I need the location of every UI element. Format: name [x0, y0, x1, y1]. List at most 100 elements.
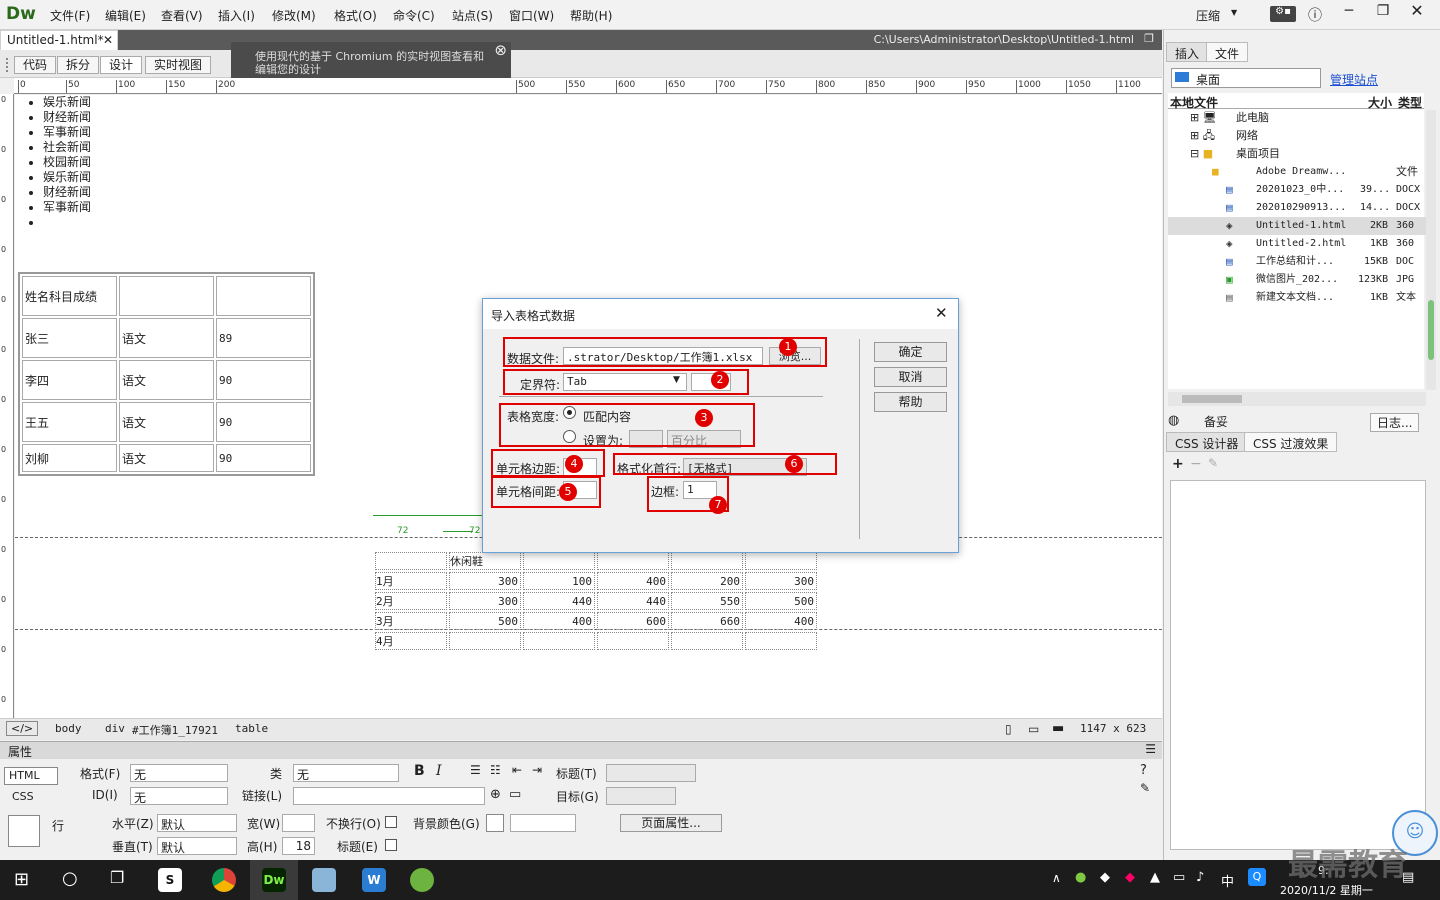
tab-css-transitions[interactable]: CSS 过渡效果 [1244, 432, 1338, 452]
list-item[interactable]: 娱乐新闻 [43, 95, 91, 110]
page-properties-button[interactable]: 页面属性... [620, 814, 722, 832]
list-item[interactable]: 军事新闻 [43, 200, 91, 215]
code-toggle-icon[interactable]: </> [6, 721, 39, 736]
table-cell[interactable]: 500 [449, 612, 521, 630]
table-cell[interactable] [745, 552, 817, 570]
table-cell[interactable] [597, 552, 669, 570]
ok-button[interactable]: 确定 [874, 342, 947, 362]
menu-format[interactable]: 格式(O) [334, 7, 377, 24]
scrollbar-thumb[interactable] [1182, 395, 1242, 403]
table-cell[interactable] [375, 552, 447, 570]
split-view-button[interactable]: 拆分 [57, 56, 100, 74]
table-cell[interactable]: 100 [523, 572, 595, 590]
edit-icon[interactable]: ✎ [1140, 781, 1150, 795]
file-row[interactable]: ▣ 微信图片_202... 123KB JPG [1168, 271, 1426, 289]
table-cell[interactable]: 语文 [119, 402, 214, 442]
file-row[interactable]: ▤ 202010290913... 14... DOCX [1168, 199, 1426, 217]
table-cell[interactable] [745, 632, 817, 650]
table-cell[interactable]: 90 [216, 402, 311, 442]
manage-sites-link[interactable]: 管理站点 [1330, 71, 1378, 88]
tab-css-designer[interactable]: CSS 设计器 [1166, 432, 1248, 452]
list-item[interactable]: 军事新闻 [43, 125, 91, 140]
list-item[interactable]: 财经新闻 [43, 185, 91, 200]
menu-commands[interactable]: 命令(C) [393, 7, 435, 24]
ime-indicator[interactable]: 中 [1221, 871, 1234, 890]
menu-window[interactable]: 窗口(W) [509, 7, 554, 24]
notification-bell-icon[interactable]: ▲ [1150, 870, 1160, 885]
table-cell[interactable]: 200 [671, 572, 743, 590]
table-cell[interactable]: 400 [523, 612, 595, 630]
table-cell[interactable]: 刘柳 [22, 444, 117, 472]
table-cell[interactable]: 300 [745, 572, 817, 590]
site-select[interactable]: 桌面 [1171, 68, 1321, 88]
tree-item-this-pc[interactable]: ⊞ 🖥 此电脑 [1168, 109, 1426, 127]
tab-insert[interactable]: 插入 [1166, 42, 1209, 62]
menu-view[interactable]: 查看(V) [161, 7, 203, 24]
table-cell[interactable]: 90 [216, 444, 311, 472]
scrollbar-thumb[interactable] [1428, 300, 1434, 360]
table-cell[interactable]: 语文 [119, 360, 214, 400]
valign-select[interactable]: 默认 [157, 837, 237, 855]
app-icon[interactable]: S [158, 868, 182, 892]
table-cell[interactable]: 300 [449, 572, 521, 590]
connect-icon[interactable]: ◍ [1168, 413, 1179, 428]
menu-insert[interactable]: 插入(I) [218, 7, 255, 24]
tree-item-network[interactable]: ⊞ 🖧 网络 [1168, 127, 1426, 145]
notepad-icon[interactable] [312, 868, 336, 892]
chevron-down-icon[interactable]: ▼ [1231, 8, 1237, 17]
dreamweaver-icon[interactable]: Dw [262, 868, 286, 892]
windows-start-icon[interactable]: ⊞ [14, 869, 29, 890]
wechat-icon[interactable]: ● [1075, 870, 1086, 885]
word-icon[interactable]: W [362, 868, 386, 892]
folder-icon[interactable]: ▭ [509, 787, 521, 802]
table-cell[interactable]: 89 [216, 318, 311, 358]
file-row[interactable]: ▤ 新建文本文档... 1KB 文本 [1168, 289, 1426, 307]
tag-div-id[interactable]: #工作簿1_17921 [132, 722, 218, 738]
file-row[interactable]: ▤ 20201023_0中... 39... DOCX [1168, 181, 1426, 199]
mobile-size-icon[interactable]: ▯ [1005, 722, 1012, 736]
list-item[interactable] [43, 215, 91, 230]
code-view-button[interactable]: 代码 [14, 56, 57, 74]
link-input[interactable] [293, 787, 485, 805]
nowrap-checkbox[interactable] [385, 816, 397, 828]
table-cell[interactable]: 休闲鞋 [449, 552, 521, 570]
add-icon[interactable]: + [1172, 456, 1184, 472]
qq-icon[interactable]: Q [1248, 868, 1266, 886]
html-mode-button[interactable]: HTML [4, 767, 58, 785]
table-cell[interactable] [449, 632, 521, 650]
gear-icon[interactable]: ⚙▪ [1270, 6, 1296, 22]
table-cell[interactable]: 4月 [375, 632, 447, 650]
file-row-selected[interactable]: ◈ Untitled-1.html 2KB 360 [1168, 217, 1426, 235]
live-view-button[interactable]: 实时视图 [145, 56, 212, 74]
tablet-size-icon[interactable]: ▭ [1028, 722, 1039, 736]
restore-doc-icon[interactable]: ❐ [1144, 32, 1154, 45]
table-cell[interactable]: 440 [523, 592, 595, 610]
bgcolor-input[interactable] [510, 814, 576, 832]
list-item[interactable]: 社会新闻 [43, 140, 91, 155]
bold-button[interactable]: B [414, 763, 425, 779]
width-input[interactable] [282, 814, 315, 832]
table-cell[interactable]: 语文 [119, 318, 214, 358]
menu-modify[interactable]: 修改(M) [272, 7, 316, 24]
task-view-icon[interactable]: ❐ [110, 868, 124, 887]
scores-table[interactable]: 姓名科目成绩 张三 语文 89 李四 语文 90 王五 语文 90 刘柳 语文 … [18, 272, 315, 476]
table-cell[interactable]: 500 [745, 592, 817, 610]
menu-site[interactable]: 站点(S) [452, 7, 493, 24]
close-icon[interactable]: ✕ [103, 33, 113, 47]
desktop-size-icon[interactable]: ▬ [1052, 721, 1064, 736]
help-button[interactable]: 帮助 [874, 392, 947, 412]
table-cell[interactable] [523, 632, 595, 650]
info-icon[interactable]: ⓘ [1308, 5, 1322, 25]
table-cell[interactable]: 2月 [375, 592, 447, 610]
table-cell[interactable] [523, 552, 595, 570]
document-tab[interactable]: Untitled-1.html* ✕ [0, 30, 118, 50]
menu-help[interactable]: 帮助(H) [570, 7, 612, 24]
color-picker[interactable] [486, 814, 504, 832]
table-cell[interactable] [597, 632, 669, 650]
css-mode-button[interactable]: CSS [12, 790, 34, 803]
tray-icon[interactable]: ◆ [1100, 870, 1110, 885]
list-item[interactable]: 校园新闻 [43, 155, 91, 170]
tag-body[interactable]: body [55, 722, 82, 735]
tree-item-desktop-items[interactable]: ⊟ ■ 桌面项目 [1168, 145, 1426, 163]
window-size[interactable]: 1147 x 623 [1080, 722, 1146, 735]
